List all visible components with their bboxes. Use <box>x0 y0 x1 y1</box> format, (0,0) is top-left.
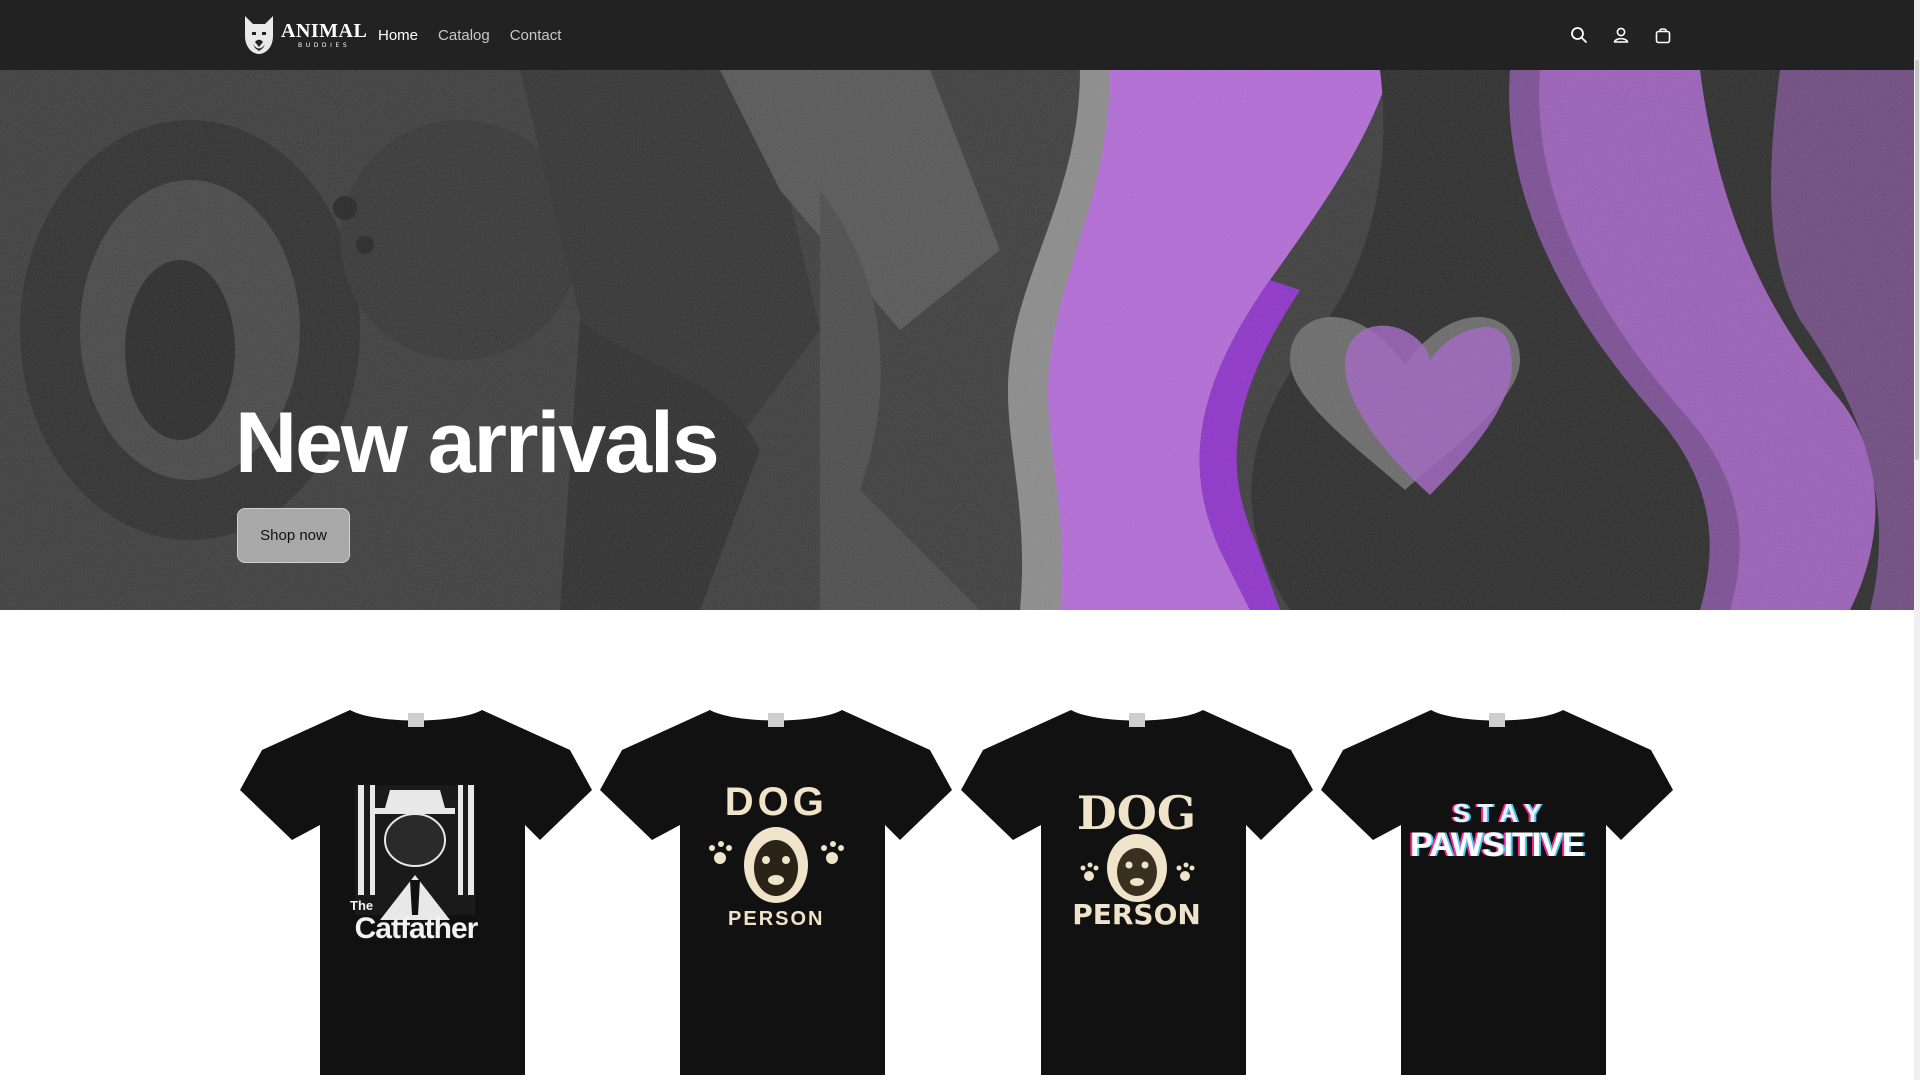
tshirt-image <box>240 710 592 1075</box>
print-main-text: PAWSITIVE <box>1409 826 1585 864</box>
nav-catalog[interactable]: Catalog <box>438 27 490 44</box>
account-button[interactable] <box>1600 14 1642 56</box>
product-card-dog-person-block[interactable]: DOG PERSON <box>960 690 1313 1080</box>
print-top-text: DOG <box>724 780 828 824</box>
site-header: ANIMAL BUDDIES Home Catalog Contact <box>0 0 1914 70</box>
print-top-text: DOG <box>1076 786 1197 840</box>
product-card-dog-person-round[interactable]: DOG PERSON <box>600 690 953 1080</box>
logo-subtitle: BUDDIES <box>298 42 351 49</box>
nav-contact[interactable]: Contact <box>510 27 562 44</box>
tshirt-image <box>960 710 1313 1075</box>
print-top-text: S T A Y <box>1452 798 1542 828</box>
logo-wordmark: ANIMAL <box>281 20 368 42</box>
main-nav: Home Catalog Contact <box>378 0 581 70</box>
account-icon <box>1613 27 1629 43</box>
nav-home[interactable]: Home <box>378 27 418 44</box>
print-top-text: The <box>350 898 374 913</box>
print-main-text: Catfather <box>354 912 479 945</box>
product-card-catfather[interactable]: The Catfather <box>240 690 592 1080</box>
cart-icon <box>1655 28 1671 44</box>
product-card-stay-pawsitive[interactable]: S T A Y PAWSITIVE <box>1320 690 1673 1080</box>
site-logo[interactable]: ANIMAL BUDDIES <box>241 14 367 56</box>
shop-now-button[interactable]: Shop now <box>237 508 350 563</box>
hero-title: New arrivals <box>235 395 720 491</box>
header-icons <box>1558 0 1684 70</box>
tshirt-image <box>600 710 953 1075</box>
dog-head-logo-icon <box>245 16 273 54</box>
product-grid: The Catfather DOG PERSON DOG PERSON S T … <box>240 690 1673 1080</box>
hero-banner: New arrivals Shop now <box>0 70 1914 610</box>
print-main-text: PERSON <box>728 908 825 930</box>
page-scrollbar[interactable] <box>1914 0 1920 1080</box>
tshirt-image <box>1320 710 1673 1075</box>
cart-button[interactable] <box>1642 14 1684 56</box>
search-button[interactable] <box>1558 14 1600 56</box>
scrollbar-thumb[interactable] <box>1915 60 1919 460</box>
search-icon <box>1571 27 1587 43</box>
print-main-text: PERSON <box>1072 898 1201 931</box>
